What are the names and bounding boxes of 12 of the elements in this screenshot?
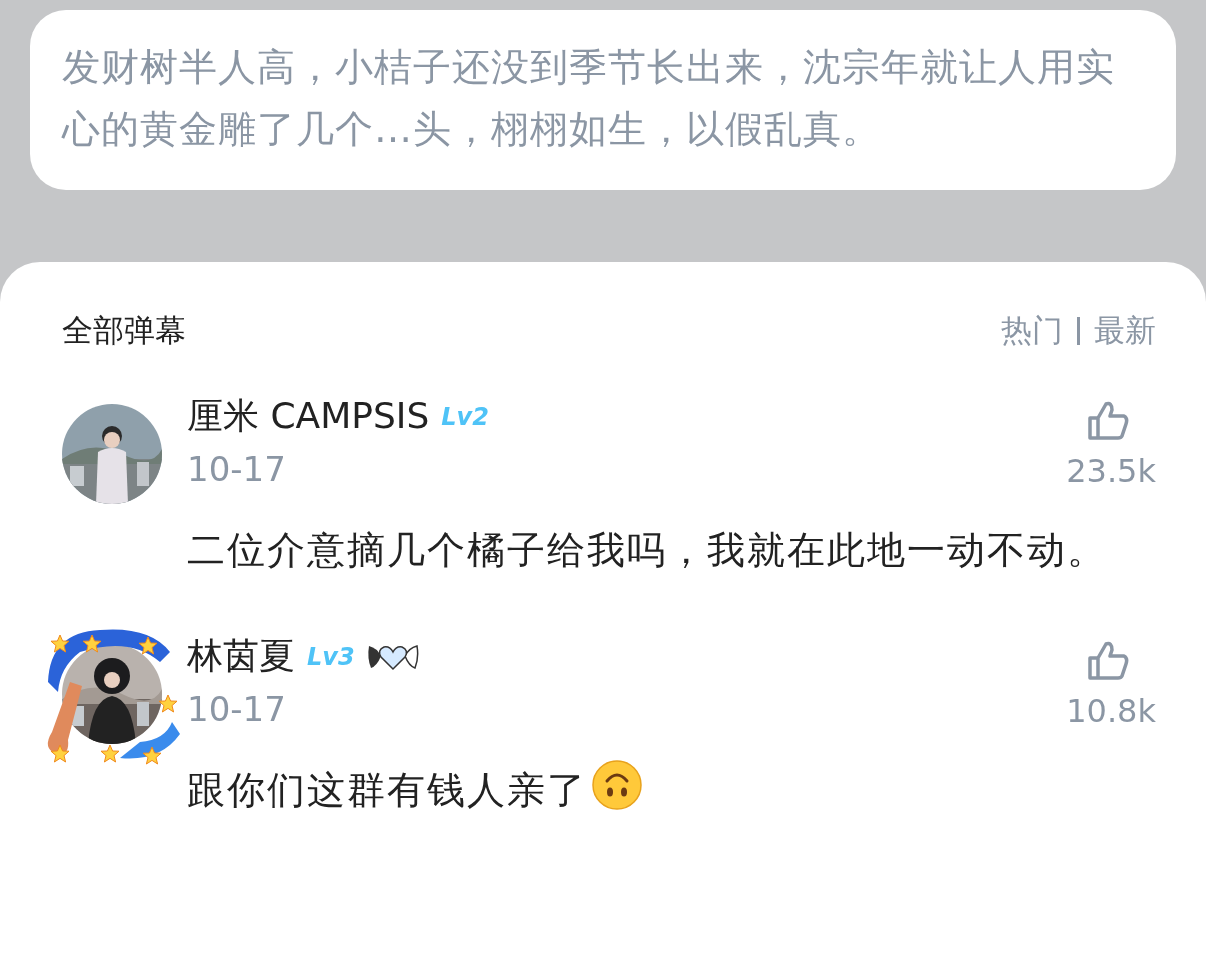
user-name[interactable]: 林茵夏 bbox=[187, 632, 295, 681]
level-label: Lv3 bbox=[307, 642, 355, 671]
comment-date: 10-17 bbox=[187, 689, 287, 729]
level-label: Lv2 bbox=[441, 402, 489, 431]
comment-text: 二位介意摘几个橘子给我吗，我就在此地一动不动。 bbox=[187, 527, 1108, 574]
like-count: 10.8k bbox=[1066, 692, 1156, 730]
comment-text: 跟你们这群有钱人亲了 bbox=[187, 752, 1156, 828]
comment-date: 10-17 bbox=[187, 449, 287, 489]
user-name[interactable]: 厘米 CAMPSIS bbox=[187, 392, 430, 441]
panel-title: 全部弹幕 bbox=[62, 311, 186, 350]
like-count: 23.5k bbox=[1066, 452, 1156, 490]
quote-text: 发财树半人高，小桔子还没到季节长出来，沈宗年就让人用实心的黄金雕了几个…头，栩栩如生，以假乱真。 bbox=[30, 10, 1176, 190]
